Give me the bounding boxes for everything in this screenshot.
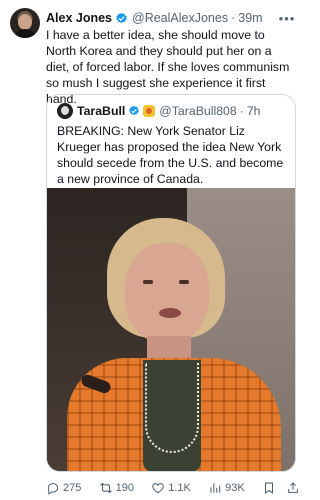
photo-eye-right (179, 280, 189, 284)
share-button[interactable] (286, 481, 300, 495)
views-icon (210, 483, 221, 493)
views-button[interactable]: 93K (208, 481, 245, 495)
photo-necklace (145, 363, 199, 453)
avatar-face (18, 14, 32, 30)
timestamp[interactable]: 39m (238, 11, 262, 25)
reply-button[interactable]: 275 (46, 481, 81, 495)
views-count: 93K (225, 482, 245, 494)
like-icon (152, 483, 165, 494)
action-bar: 275 190 1.1K 93K (46, 480, 300, 496)
retweet-count: 190 (115, 482, 134, 494)
bookmark-icon (264, 482, 274, 494)
quoted-tweet[interactable]: TaraBull @TaraBull808 · 7h BREAKING: New… (46, 94, 296, 472)
reply-count: 275 (63, 482, 82, 494)
tweet[interactable]: Alex Jones @RealAlexJones · 39m ••• I ha… (0, 0, 306, 500)
separator: · (231, 11, 236, 25)
quote-header: TaraBull @TaraBull808 · 7h (57, 103, 287, 119)
photo-mouth (159, 308, 181, 318)
like-button[interactable]: 1.1K (151, 481, 191, 495)
photo-eye-left (143, 280, 153, 284)
author-name[interactable]: Alex Jones (46, 11, 112, 25)
tweet-header: Alex Jones @RealAlexJones · 39m ••• (46, 10, 296, 26)
action-group-right (262, 481, 300, 495)
share-icon (288, 482, 298, 493)
quote-avatar (57, 103, 73, 119)
quote-author-name: TaraBull (77, 104, 126, 118)
reply-icon (47, 483, 59, 495)
retweet-button[interactable]: 190 (99, 481, 134, 495)
quote-separator: · (239, 104, 244, 118)
verified-icon (129, 105, 140, 116)
affiliate-badge-icon (143, 105, 156, 117)
retweet-icon (99, 482, 112, 494)
quote-photo[interactable] (47, 188, 295, 471)
more-icon[interactable]: ••• (278, 10, 296, 26)
verified-icon (116, 12, 127, 23)
avatar[interactable] (10, 8, 40, 38)
photo-face (125, 243, 209, 343)
avatar-body (13, 29, 37, 38)
quote-author-handle: @TaraBull808 (159, 104, 237, 118)
author-handle[interactable]: @RealAlexJones (132, 11, 228, 25)
quote-timestamp: 7h (246, 104, 261, 118)
like-count: 1.1K (168, 482, 191, 494)
bookmark-button[interactable] (262, 481, 276, 495)
quote-text: BREAKING: New York Senator Liz Krueger h… (57, 124, 284, 186)
